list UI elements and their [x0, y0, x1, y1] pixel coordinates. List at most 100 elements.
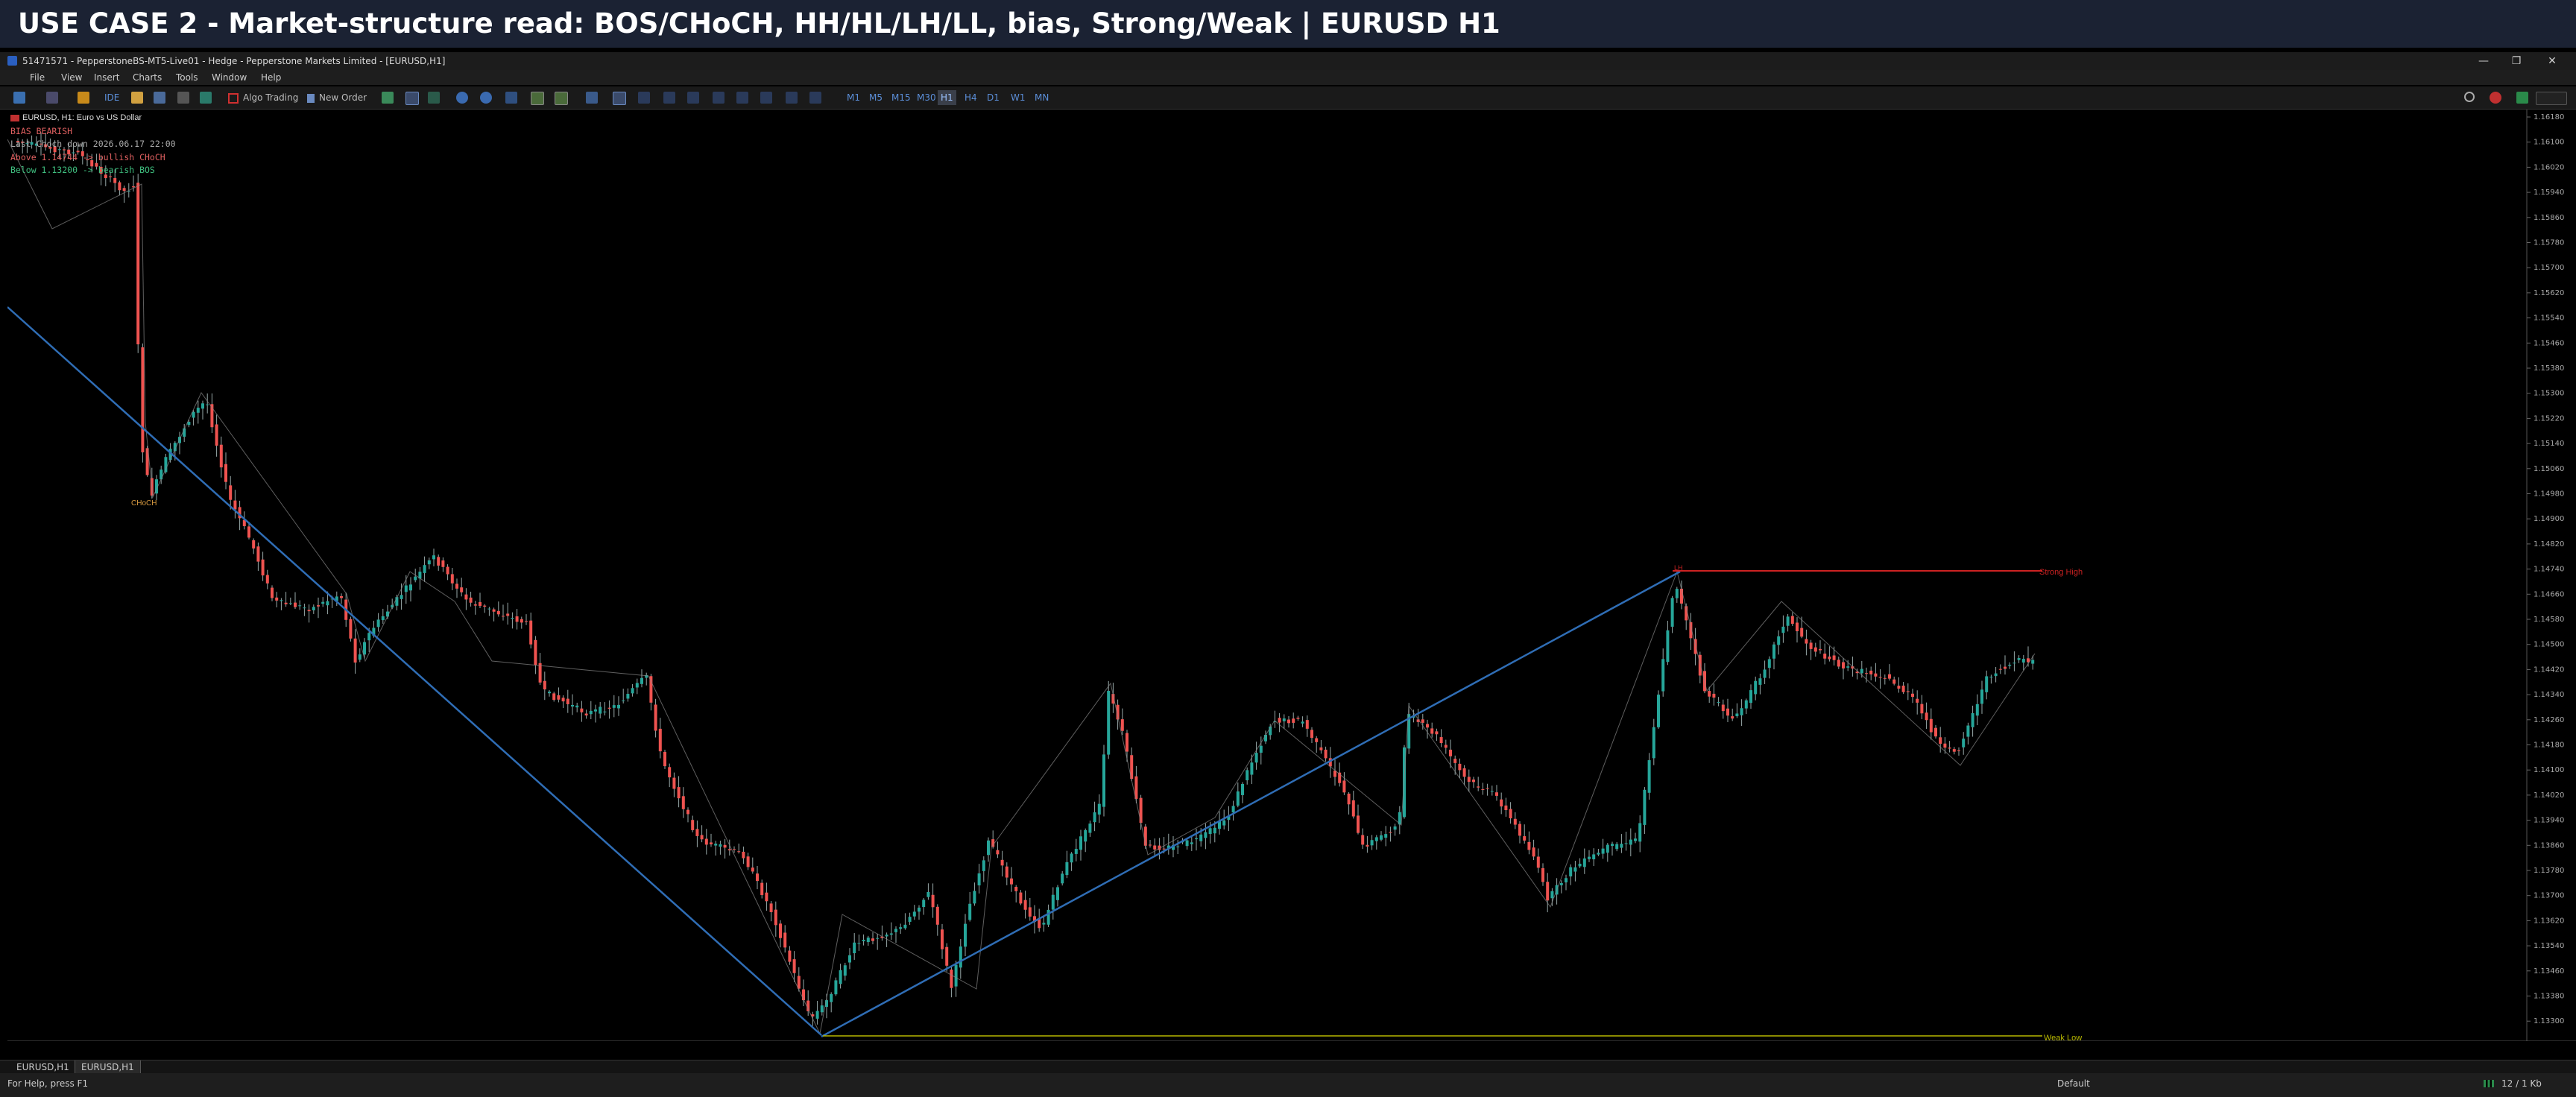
- signals-icon[interactable]: [177, 92, 189, 104]
- depth-of-market-icon[interactable]: [382, 92, 394, 104]
- timeframe-m5[interactable]: M5: [866, 90, 886, 105]
- price-label: 1.14420: [2534, 666, 2564, 674]
- menu-tools[interactable]: Tools: [176, 70, 198, 85]
- menu-view[interactable]: View: [61, 70, 82, 85]
- timeframe-h4[interactable]: H4: [962, 90, 980, 105]
- trendline-icon[interactable]: [713, 92, 724, 104]
- candle-body: [303, 607, 306, 609]
- restore-icon[interactable]: ❐: [2501, 52, 2531, 70]
- notifications-icon[interactable]: [2490, 92, 2501, 104]
- timeframe-h1[interactable]: H1: [938, 90, 956, 105]
- zoom-out-icon[interactable]: [480, 92, 492, 104]
- channel-icon[interactable]: [736, 92, 748, 104]
- price-label: 1.14260: [2534, 716, 2564, 724]
- timeframe-m15[interactable]: M15: [888, 90, 914, 105]
- candle-body: [271, 587, 274, 598]
- algo-trading-button[interactable]: Algo Trading: [228, 90, 298, 105]
- candle-body: [409, 584, 412, 591]
- timeframe-m1[interactable]: M1: [844, 90, 863, 105]
- menu-file[interactable]: File: [30, 70, 45, 85]
- candle-body: [1565, 878, 1568, 883]
- candle-body: [737, 851, 741, 853]
- candle-body: [529, 620, 533, 645]
- candle-body: [1892, 679, 1896, 684]
- text-icon[interactable]: [786, 92, 798, 104]
- candle-body: [1790, 616, 1794, 625]
- candle-body: [1615, 844, 1619, 850]
- menu-help[interactable]: Help: [261, 70, 281, 85]
- candle-body: [1874, 673, 1878, 677]
- account-icon[interactable]: [2516, 92, 2528, 104]
- candle-body: [1384, 834, 1388, 838]
- candle-body: [353, 638, 357, 663]
- ide-button[interactable]: IDE: [104, 90, 119, 105]
- new-order-button[interactable]: New Order: [307, 90, 367, 105]
- timeframe-d1[interactable]: D1: [984, 90, 1003, 105]
- candle-body: [815, 1011, 819, 1019]
- candle-body: [1777, 636, 1781, 645]
- price-label: 1.14580: [2534, 616, 2564, 624]
- candle-body: [1042, 923, 1046, 925]
- candle-body: [280, 600, 283, 601]
- candle-body: [640, 677, 643, 684]
- candle-body: [1980, 689, 1983, 704]
- zoom-in-icon[interactable]: [456, 92, 468, 104]
- candle-body: [1195, 838, 1198, 840]
- timeframe-mn[interactable]: MN: [1032, 90, 1052, 105]
- menu-charts[interactable]: Charts: [133, 70, 162, 85]
- price-chart[interactable]: Strong High Weak Low CHoCH LH 1.16180 1.1…: [7, 110, 2576, 1041]
- candle-body: [853, 942, 856, 954]
- chart-tab[interactable]: EURUSD,H1: [10, 1060, 75, 1074]
- candle-body: [317, 605, 320, 607]
- quick-search-field[interactable]: [2536, 92, 2567, 105]
- above-threshold-line: Above 1.14744 -> bullish CHoCH: [10, 151, 165, 162]
- bar-chart-icon[interactable]: [405, 92, 419, 105]
- candle-body: [1361, 835, 1365, 845]
- calendar-icon[interactable]: [154, 92, 165, 104]
- candle-body: [626, 694, 630, 699]
- menu-insert[interactable]: Insert: [94, 70, 119, 85]
- menu-window[interactable]: Window: [212, 70, 247, 85]
- timeframe-w1[interactable]: W1: [1008, 90, 1029, 105]
- candle-body: [649, 676, 653, 703]
- connection-icon: [2484, 1080, 2494, 1087]
- autoscroll-icon[interactable]: [531, 92, 544, 105]
- vps-icon[interactable]: [200, 92, 212, 104]
- cursor-icon[interactable]: [613, 92, 626, 105]
- bias-line: BIAS BEARISH: [10, 125, 73, 136]
- candle-body: [1523, 836, 1527, 841]
- screenshot-icon[interactable]: [586, 92, 598, 104]
- vertical-line-icon[interactable]: [663, 92, 675, 104]
- candle-body: [1282, 718, 1286, 721]
- horizontal-line-icon[interactable]: [687, 92, 699, 104]
- price-label: 1.15620: [2534, 289, 2564, 297]
- market-watch-icon[interactable]: [78, 92, 89, 104]
- price-label: 1.14820: [2534, 540, 2564, 548]
- strategy-tester-icon[interactable]: [131, 92, 143, 104]
- price-label: 1.15780: [2534, 239, 2564, 247]
- candle-body: [118, 182, 121, 191]
- candle-body: [894, 929, 897, 932]
- fibonacci-icon[interactable]: [760, 92, 772, 104]
- line-chart-icon[interactable]: [428, 92, 440, 104]
- search-icon[interactable]: [2464, 92, 2475, 102]
- chart-shift-icon[interactable]: [555, 92, 568, 105]
- profiles-icon[interactable]: [46, 92, 58, 104]
- candle-body: [658, 728, 662, 752]
- candle-body: [1846, 666, 1850, 668]
- new-chart-icon[interactable]: [13, 92, 25, 104]
- candle-body: [1740, 708, 1743, 715]
- shapes-icon[interactable]: [809, 92, 821, 104]
- crosshair-icon[interactable]: [638, 92, 650, 104]
- minimize-icon[interactable]: —: [2469, 52, 2498, 70]
- grid-icon[interactable]: [505, 92, 517, 104]
- candle-body: [1901, 686, 1905, 692]
- timeframe-m30[interactable]: M30: [914, 90, 939, 105]
- status-bar: For Help, press F1 Default 12 / 1 Kb: [0, 1073, 2576, 1097]
- candle-body: [1906, 691, 1910, 692]
- candle-body: [548, 692, 551, 694]
- close-icon[interactable]: ✕: [2537, 52, 2567, 70]
- new-order-icon: [307, 93, 315, 103]
- candle-body: [381, 616, 385, 621]
- candle-body: [1675, 589, 1679, 598]
